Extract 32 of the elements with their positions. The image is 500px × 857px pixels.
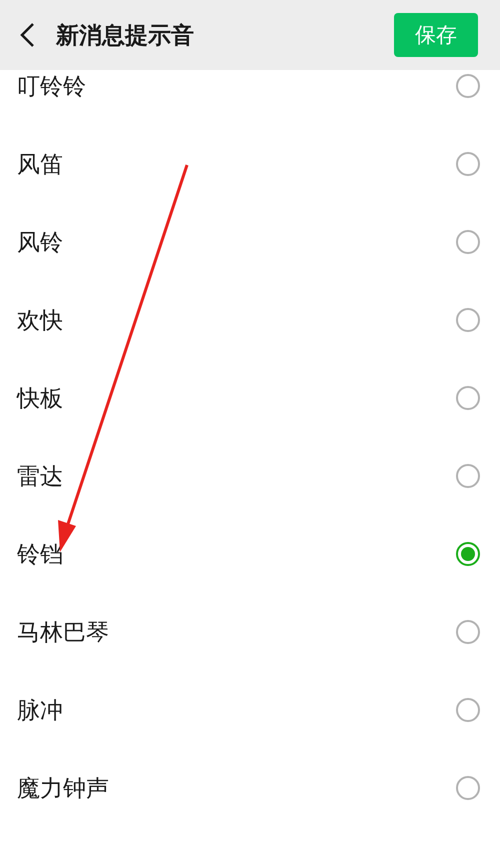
ringtone-option[interactable]: 叮铃铃 [0,70,500,125]
option-label: 欢快 [17,306,63,336]
radio-button[interactable] [456,620,480,644]
radio-button[interactable] [456,698,480,722]
option-label: 快板 [17,384,63,414]
radio-button[interactable] [456,776,480,800]
radio-button[interactable] [456,464,480,488]
ringtone-option[interactable]: 快板 [0,359,500,437]
ringtone-option[interactable]: 雷达 [0,437,500,515]
radio-button[interactable] [456,230,480,254]
ringtone-option[interactable]: 脉冲 [0,671,500,749]
ringtone-option[interactable]: 马林巴琴 [0,593,500,671]
option-label: 脉冲 [17,696,63,726]
option-label: 魔力钟声 [17,774,109,804]
radio-button[interactable] [456,542,480,566]
option-label: 风铃 [17,228,63,258]
option-label: 铃铛 [17,540,63,570]
back-icon[interactable] [18,22,36,48]
radio-button[interactable] [456,308,480,332]
ringtone-option[interactable]: 魔力钟声 [0,749,500,827]
option-label: 马林巴琴 [17,618,109,648]
radio-button[interactable] [456,386,480,410]
radio-button[interactable] [456,74,480,98]
ringtone-option[interactable]: 风笛 [0,125,500,203]
ringtone-option[interactable]: 风铃 [0,203,500,281]
option-label: 雷达 [17,462,63,492]
page-title: 新消息提示音 [56,22,195,50]
option-label: 叮铃铃 [17,72,86,102]
radio-button[interactable] [456,152,480,176]
ringtone-option[interactable]: 欢快 [0,281,500,359]
option-label: 风笛 [17,150,63,180]
ringtone-option[interactable]: 铃铛 [0,515,500,593]
